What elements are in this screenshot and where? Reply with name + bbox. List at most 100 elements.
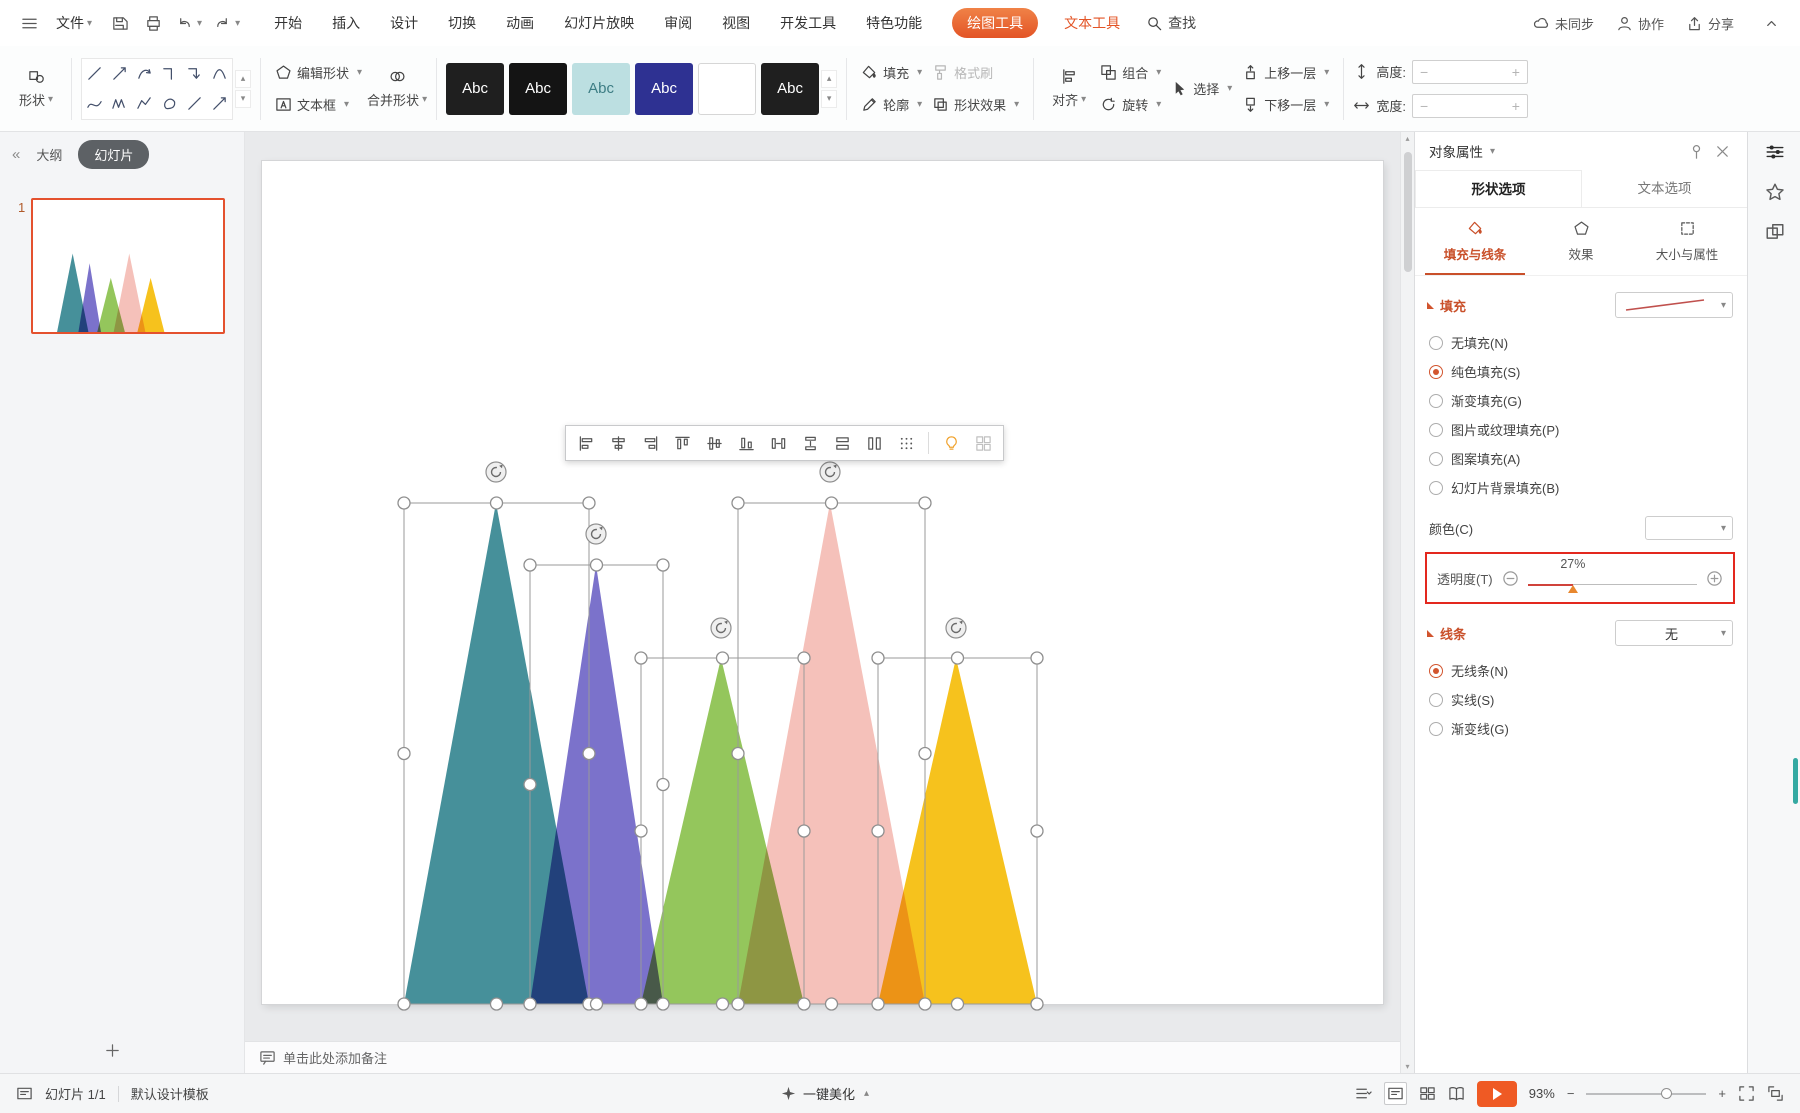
search-button[interactable]: 查找 bbox=[1146, 13, 1196, 33]
selection-handle[interactable] bbox=[397, 746, 411, 761]
transparency-slider-marker[interactable] bbox=[1568, 584, 1579, 593]
tab-outline[interactable]: 大纲 bbox=[36, 145, 62, 164]
send-backward-button[interactable]: 下移一层 ▾ bbox=[1237, 91, 1334, 119]
add-slide-button[interactable] bbox=[104, 1042, 121, 1059]
equal-width[interactable] bbox=[827, 429, 857, 457]
tab-slides[interactable]: 幻灯片 bbox=[78, 139, 150, 169]
color-dropdown[interactable]: ▾ bbox=[1645, 516, 1733, 540]
tab-text-tools[interactable]: 文本工具 bbox=[1064, 13, 1120, 33]
selection-handle[interactable] bbox=[656, 777, 670, 792]
fit-slide-button[interactable] bbox=[1738, 1085, 1755, 1102]
scrollbar-thumb[interactable] bbox=[1404, 152, 1412, 272]
selection-handle[interactable] bbox=[582, 746, 596, 761]
selection-handle[interactable] bbox=[824, 496, 839, 510]
selection-handle[interactable] bbox=[950, 651, 965, 665]
share-button[interactable]: 分享 bbox=[1686, 14, 1734, 33]
selection-handle[interactable] bbox=[731, 746, 745, 761]
line-shape-6[interactable] bbox=[207, 59, 232, 89]
menu-tab-动画[interactable]: 动画 bbox=[506, 13, 534, 33]
menu-tab-切换[interactable]: 切换 bbox=[448, 13, 476, 33]
option-无线条(N)[interactable]: 无线条(N) bbox=[1429, 656, 1747, 685]
fill-button[interactable]: 填充 ▾ bbox=[856, 59, 927, 87]
transparency-decrease-button[interactable] bbox=[1502, 570, 1519, 587]
redo-button[interactable]: ▾ bbox=[210, 8, 244, 38]
selection-handle[interactable] bbox=[489, 997, 504, 1011]
line-shape-10[interactable] bbox=[157, 89, 182, 119]
save-icon[interactable] bbox=[104, 8, 134, 38]
triangle-yellow[interactable] bbox=[878, 658, 1037, 1004]
selection-handle[interactable] bbox=[397, 496, 411, 510]
status-menu-icon[interactable] bbox=[1355, 1085, 1372, 1102]
option-图片或纹理填充(P)[interactable]: 图片或纹理填充(P) bbox=[1429, 415, 1747, 444]
selection-handle[interactable] bbox=[950, 997, 965, 1011]
snap-grid[interactable] bbox=[891, 429, 921, 457]
selection-handle[interactable] bbox=[731, 496, 745, 510]
align-bottom[interactable] bbox=[731, 429, 761, 457]
selection-handle[interactable] bbox=[871, 651, 885, 665]
selection-handle[interactable] bbox=[523, 997, 537, 1011]
line-shape-1[interactable] bbox=[82, 59, 107, 89]
selection-handle[interactable] bbox=[634, 651, 648, 665]
selection-handle[interactable] bbox=[918, 746, 932, 761]
option-纯色填充(S)[interactable]: 纯色填充(S) bbox=[1429, 357, 1747, 386]
minus-icon[interactable]: − bbox=[1420, 64, 1428, 80]
option-渐变填充(G)[interactable]: 渐变填充(G) bbox=[1429, 386, 1747, 415]
style-preset-5[interactable] bbox=[698, 62, 757, 115]
textbox-button[interactable]: 文本框 ▾ bbox=[270, 91, 367, 119]
selection-handle[interactable] bbox=[731, 997, 745, 1011]
beautify-button[interactable]: 一键美化 ▴ bbox=[780, 1084, 869, 1103]
menu-tab-开发工具[interactable]: 开发工具 bbox=[780, 13, 836, 33]
tab-draw-tools[interactable]: 绘图工具 bbox=[952, 8, 1039, 38]
option-幻灯片背景填充(B)[interactable]: 幻灯片背景填充(B) bbox=[1429, 473, 1747, 502]
selection-handle[interactable] bbox=[489, 496, 504, 510]
minus-icon[interactable]: − bbox=[1420, 98, 1428, 114]
vertical-scrollbar[interactable]: ▴ ▾ bbox=[1400, 132, 1414, 1073]
selection-handle[interactable] bbox=[589, 558, 604, 572]
gallery-up-icon[interactable]: ▴ bbox=[235, 69, 251, 88]
selection-handle[interactable] bbox=[797, 824, 811, 838]
slide-sorter-view-button[interactable] bbox=[1419, 1085, 1436, 1102]
distribute-vertical[interactable] bbox=[795, 429, 825, 457]
selection-handle[interactable] bbox=[797, 997, 811, 1011]
bring-forward-button[interactable]: 上移一层 ▾ bbox=[1237, 59, 1334, 87]
selection-handle[interactable] bbox=[918, 496, 932, 510]
menu-tab-开始[interactable]: 开始 bbox=[274, 13, 302, 33]
slide-canvas[interactable] bbox=[262, 161, 1383, 1011]
align-right[interactable] bbox=[635, 429, 665, 457]
sync-status[interactable]: 未同步 bbox=[1533, 14, 1594, 33]
triangle-purple[interactable] bbox=[530, 565, 663, 1004]
selection-handle[interactable] bbox=[634, 997, 648, 1011]
zoom-out-button[interactable]: − bbox=[1567, 1086, 1575, 1101]
transparency-slider[interactable]: 27% bbox=[1527, 554, 1697, 602]
line-style-dropdown[interactable]: 无 ▾ bbox=[1615, 620, 1733, 646]
distribute-horizontal[interactable] bbox=[763, 429, 793, 457]
zoom-level[interactable]: 93% bbox=[1529, 1086, 1555, 1101]
gallery-down-icon[interactable]: ▾ bbox=[235, 89, 251, 108]
zoom-slider[interactable] bbox=[1586, 1087, 1707, 1101]
line-shape-4[interactable] bbox=[157, 59, 182, 89]
section-collapse-icon[interactable] bbox=[1427, 629, 1434, 637]
notes-bar[interactable]: 单击此处添加备注 bbox=[245, 1041, 1400, 1073]
transparency-increase-button[interactable] bbox=[1706, 570, 1723, 587]
align-left[interactable] bbox=[571, 429, 601, 457]
reading-view-button[interactable] bbox=[1448, 1085, 1465, 1102]
line-shape-7[interactable] bbox=[82, 89, 107, 119]
main-menu-icon[interactable] bbox=[14, 8, 44, 38]
tab-shape-options[interactable]: 形状选项 bbox=[1415, 170, 1582, 207]
fullscreen-button[interactable] bbox=[1767, 1085, 1784, 1102]
height-input[interactable]: − + bbox=[1411, 59, 1528, 84]
selection-handle[interactable] bbox=[1030, 651, 1044, 665]
normal-view-button[interactable] bbox=[1383, 1082, 1407, 1105]
option-实线(S)[interactable]: 实线(S) bbox=[1429, 685, 1747, 714]
style-preset-1[interactable]: Abc bbox=[446, 62, 505, 115]
presets-up-icon[interactable]: ▴ bbox=[821, 69, 838, 88]
close-panel-icon[interactable] bbox=[1711, 143, 1733, 160]
selection-handle[interactable] bbox=[1030, 997, 1044, 1011]
undo-button[interactable]: ▾ bbox=[172, 8, 206, 38]
selection-handle[interactable] bbox=[715, 997, 730, 1011]
triangle-yellow[interactable] bbox=[137, 277, 165, 332]
rotate-handle[interactable] bbox=[819, 461, 841, 483]
selection-handle[interactable] bbox=[797, 651, 811, 665]
menu-tab-审阅[interactable]: 审阅 bbox=[664, 13, 692, 33]
print-icon[interactable] bbox=[138, 8, 168, 38]
